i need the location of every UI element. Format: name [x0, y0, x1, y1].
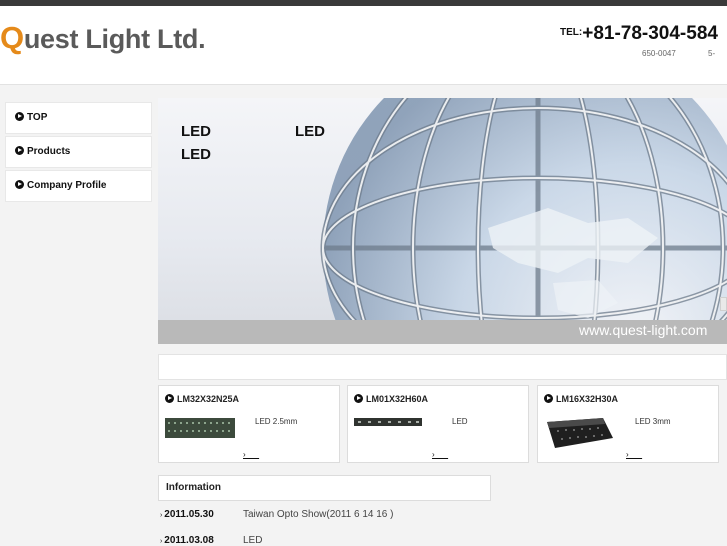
more-link-text: ›___: [432, 450, 449, 459]
news-item[interactable]: › 2011.03.08 LED: [160, 535, 262, 546]
circle-arrow-icon: [15, 112, 24, 121]
tel-number: +81-78-304-584: [582, 23, 718, 44]
logo-q: Q: [0, 20, 24, 55]
more-link-text: ›___: [626, 450, 643, 459]
site-header: Quest Light Ltd. TEL:+81-78-304-584 650-…: [0, 6, 727, 85]
logo-text: uest Light Ltd.: [23, 24, 206, 54]
led-panel-image: [354, 418, 422, 426]
circle-arrow-icon: [544, 394, 553, 403]
address-text: 5-: [708, 49, 716, 58]
product-more-link[interactable]: ›___: [243, 450, 259, 459]
news-date[interactable]: › 2011.05.30: [160, 509, 243, 520]
scrollbar-thumb[interactable]: [720, 297, 727, 311]
product-title[interactable]: LM16X32H30A: [544, 394, 618, 404]
led-panel-image: [547, 418, 613, 448]
circle-arrow-icon: [15, 180, 24, 189]
site-logo[interactable]: Quest Light Ltd.: [0, 20, 206, 56]
hero-text-3: LED: [181, 146, 211, 163]
product-model: LM01X32H60A: [366, 394, 429, 404]
news-date-text: 2011.05.30: [164, 509, 214, 520]
product-more-link[interactable]: ›___: [626, 450, 642, 459]
hero-banner: LED LED LED www.quest-light.com: [158, 98, 727, 344]
product-more-link[interactable]: ›___: [432, 450, 448, 459]
product-model: LM16X32H30A: [556, 394, 619, 404]
product-description: LED: [452, 417, 468, 426]
hero-url: www.quest-light.com: [579, 322, 708, 338]
phone-number: TEL:+81-78-304-584: [560, 23, 718, 45]
hero-text-2: LED: [295, 123, 325, 140]
postal-code: 650-0047: [642, 49, 676, 58]
sidebar-item-company-profile[interactable]: Company Profile: [5, 170, 152, 202]
circle-arrow-icon: [354, 394, 363, 403]
news-text: Taiwan Opto Show(2011 6 14 16 ): [243, 509, 394, 520]
product-card-lm16x32h30a[interactable]: LM16X32H30A LED 3mm ›___: [537, 385, 719, 463]
circle-arrow-icon: [165, 394, 174, 403]
sidebar-nav: TOP Products Company Profile: [5, 102, 152, 204]
sidebar-item-label: Company Profile: [27, 180, 107, 191]
globe-graphic: [320, 98, 727, 344]
circle-arrow-icon: [15, 146, 24, 155]
news-date[interactable]: › 2011.03.08: [160, 535, 243, 546]
sidebar-item-top[interactable]: TOP: [5, 102, 152, 134]
sidebar-item-products[interactable]: Products: [5, 136, 152, 168]
hero-text-1: LED: [181, 123, 211, 140]
product-card-lm01x32h60a[interactable]: LM01X32H60A LED ›___: [347, 385, 529, 463]
tel-label: TEL:: [560, 27, 583, 38]
news-text: LED: [243, 535, 263, 546]
information-heading: Information: [158, 475, 491, 501]
product-description: LED 2.5mm: [255, 417, 298, 426]
more-link-text: ›___: [243, 450, 260, 459]
section-bar: [158, 354, 727, 380]
product-title[interactable]: LM32X32N25A: [165, 394, 239, 404]
product-description: LED 3mm: [635, 417, 671, 426]
news-date-text: 2011.03.08: [164, 535, 214, 546]
sidebar-item-label: Products: [27, 146, 71, 157]
led-panel-image: [165, 418, 235, 438]
sidebar-item-label: TOP: [27, 112, 48, 123]
product-card-lm32x32n25a[interactable]: LM32X32N25A LED 2.5mm ›___: [158, 385, 340, 463]
product-title[interactable]: LM01X32H60A: [354, 394, 428, 404]
news-item[interactable]: › 2011.05.30 Taiwan Opto Show(2011 6 14 1…: [160, 509, 393, 520]
product-model: LM32X32N25A: [177, 394, 240, 404]
